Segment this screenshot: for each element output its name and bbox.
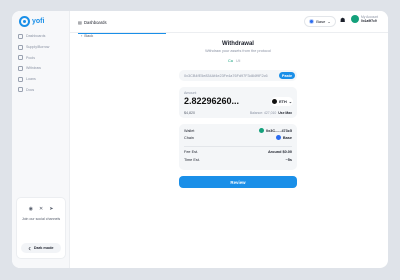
grid-icon (18, 33, 23, 39)
dark-mode-toggle[interactable]: ☾ Dark mode (21, 243, 61, 253)
amount-usd: $4,820 (184, 111, 195, 115)
amount-label: Amount (184, 91, 197, 95)
token-selector[interactable]: ETH ⌄ (271, 97, 293, 106)
chevron-left-icon: ‹ (81, 33, 83, 38)
address-field[interactable]: 0x3CB4fE5e834Af4e23Fe4a76Fd97F3d84f9F2c6… (179, 70, 297, 81)
detail-value-wrap: 0x3C......473c5 (259, 128, 292, 133)
moon-icon: ☾ (28, 246, 32, 251)
logo-icon (19, 16, 30, 27)
sidebar-nav: Dashboards Supply/Borrow Pools Withdraw … (18, 31, 68, 95)
account-menu[interactable]: My Account 0x1a9f7c9 (351, 15, 378, 23)
amount-card: Amount 2.82296260... ETH ⌄ $4,820 Balanc… (179, 87, 297, 118)
page-title: Withdrawal (222, 41, 254, 47)
detail-value: Around $0.00 (267, 150, 292, 154)
promo-text: Join our social channels (21, 217, 61, 221)
social-icons: ◉ ✕ ➤ (17, 206, 65, 212)
use-max-button[interactable]: Use Max (278, 111, 292, 115)
divider (184, 146, 292, 147)
page-subtitle: Withdraw your assets from the protocol (205, 49, 271, 53)
detail-row-fee: Fee Est. Around $0.00 (184, 150, 292, 154)
logo-text: yofi (32, 18, 45, 25)
detail-value-wrap: Base (275, 135, 292, 140)
dashboard-icon: ▤ (78, 19, 82, 25)
account-text: My Account 0x1a9f7c9 (361, 15, 378, 23)
base-network-icon (309, 19, 315, 24)
balance-text: Balance: 427,010 (249, 111, 277, 115)
tab-label: Dashboards (83, 19, 107, 25)
chevron-down-icon: ⌄ (288, 100, 292, 104)
back-button[interactable]: ‹ Back (81, 33, 93, 38)
detail-value: 0x3C......473c5 (266, 128, 292, 133)
telegram-icon[interactable]: ➤ (49, 206, 53, 212)
review-button[interactable]: Review (179, 176, 297, 188)
sidebar-item-loans[interactable]: Loans (18, 74, 68, 85)
paste-button[interactable]: Paste (279, 72, 295, 79)
address-value: 0x3CB4fE5e834Af4e23Fe4a76Fd97F3d84f9F2c6 (184, 73, 268, 78)
mode-toggle[interactable]: Ca Uli (228, 59, 240, 63)
sidebar: yofi Dashboards Supply/Borrow Pools With… (12, 11, 70, 268)
detail-value: Base (282, 135, 292, 140)
network-label: Base (316, 19, 326, 24)
detail-key: Wallet (184, 128, 195, 133)
sidebar-item-dashboards[interactable]: Dashboards (18, 31, 68, 42)
sidebar-item-label: Loans (26, 77, 36, 82)
balance-row: Balance: 427,010 Use Max (250, 111, 292, 115)
wallet-avatar-icon (259, 128, 265, 133)
sidebar-item-pools[interactable]: Pools (18, 52, 68, 63)
swap-icon (18, 44, 23, 50)
sidebar-item-label: Dashboards (26, 34, 46, 39)
dark-mode-label: Dark mode (33, 246, 54, 250)
account-address: 0x1a9f7c9 (361, 19, 377, 23)
detail-key: Chain (184, 135, 194, 140)
sidebar-item-label: Docs (26, 87, 35, 92)
detail-row-time: Time Est. ~5s (184, 158, 292, 162)
toggle-option-b[interactable]: Uli (236, 59, 240, 63)
topbar: ▤ Dashboards Base ⌄ ☗ My Account 0x1a9f7… (70, 11, 388, 34)
eth-icon (272, 99, 278, 104)
notification-bell-icon[interactable]: ☗ (340, 17, 345, 24)
avatar (351, 15, 359, 23)
tab-dashboards[interactable]: ▤ Dashboards (78, 11, 166, 34)
back-label: Back (84, 33, 94, 38)
x-icon[interactable]: ✕ (39, 206, 43, 212)
loan-icon (18, 76, 23, 82)
social-promo-card: ◉ ✕ ➤ Join our social channels ☾ Dark mo… (16, 197, 66, 259)
doc-icon (18, 87, 23, 93)
details-card: Wallet 0x3C......473c5 Chain Base Fee Es… (179, 124, 297, 170)
pool-icon (18, 55, 23, 61)
sidebar-item-supply-borrow[interactable]: Supply/Borrow (18, 42, 68, 53)
sidebar-item-label: Supply/Borrow (26, 45, 50, 50)
amount-input[interactable]: 2.82296260... (184, 96, 239, 106)
sidebar-item-docs[interactable]: Docs (18, 84, 68, 95)
base-chain-icon (275, 135, 281, 140)
app-window: yofi Dashboards Supply/Borrow Pools With… (12, 11, 388, 268)
discord-icon[interactable]: ◉ (29, 206, 33, 212)
detail-row-chain: Chain Base (184, 135, 292, 140)
logo[interactable]: yofi (19, 16, 44, 27)
detail-row-wallet: Wallet 0x3C......473c5 (184, 128, 292, 133)
token-label: ETH (279, 99, 287, 104)
toggle-option-a[interactable]: Ca (228, 59, 233, 63)
network-selector[interactable]: Base ⌄ (304, 16, 336, 27)
sidebar-item-label: Pools (26, 55, 35, 60)
detail-key: Time Est. (184, 158, 200, 162)
detail-value: ~5s (285, 158, 292, 162)
sidebar-item-label: Withdraw (26, 66, 41, 71)
sidebar-item-withdraw[interactable]: Withdraw (18, 63, 68, 74)
chevron-down-icon: ⌄ (327, 19, 331, 24)
detail-key: Fee Est. (184, 150, 199, 154)
withdraw-icon (18, 65, 23, 71)
